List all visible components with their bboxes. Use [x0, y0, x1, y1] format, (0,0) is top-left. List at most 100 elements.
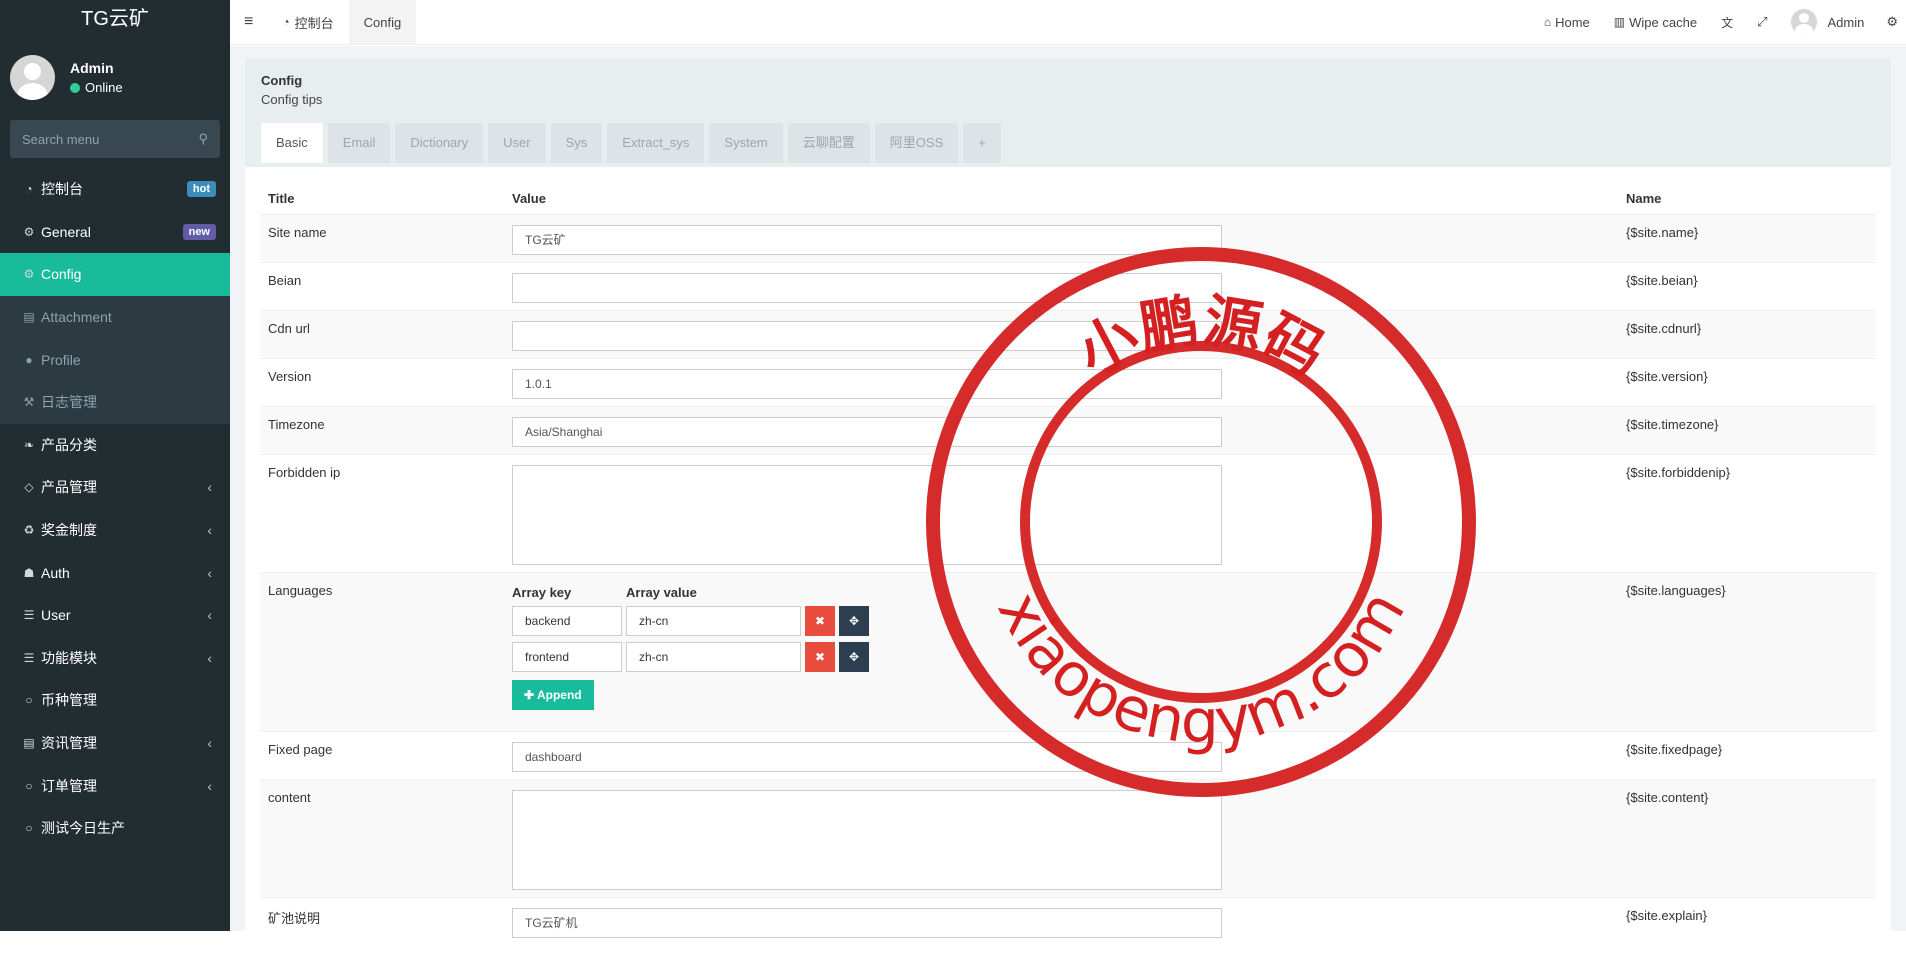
config-value-textarea[interactable]	[512, 790, 1222, 890]
config-tabs: BasicEmailDictionaryUserSysExtract_sysSy…	[261, 123, 1875, 163]
sidebar-item-label: Auth	[41, 565, 207, 581]
wipe-cache-button[interactable]: ▥Wipe cache	[1602, 0, 1709, 45]
language-icon: 文	[1721, 14, 1733, 31]
append-button[interactable]: ✚ Append	[512, 680, 594, 710]
config-tab[interactable]: Sys	[551, 123, 603, 163]
sidebar-item-label: 测试今日生产	[41, 818, 230, 838]
sidebar-item[interactable]: ⚙Config	[0, 253, 230, 296]
fullscreen-button[interactable]: ⤢	[1745, 0, 1779, 45]
trash-icon: ▥	[1614, 15, 1625, 29]
panel-header: Config Config tips BasicEmailDictionaryU…	[245, 58, 1891, 167]
cogs-icon: ⚙	[1886, 14, 1898, 30]
col-name-header: Name	[1618, 177, 1876, 215]
diamond-icon: ◇	[22, 480, 36, 494]
config-value-input[interactable]: dashboard	[512, 742, 1222, 772]
home-link[interactable]: ⌂Home	[1532, 0, 1602, 45]
menu-badge: hot	[187, 181, 216, 197]
chevron-left-icon[interactable]: ‹	[207, 522, 212, 538]
user-status: Online	[70, 80, 123, 95]
config-title: Cdn url	[260, 311, 504, 359]
fullscreen-icon: ⤢	[1757, 14, 1767, 30]
sidebar-item-label: User	[41, 607, 207, 623]
tab-dashboard[interactable]: ◔控制台	[267, 0, 348, 45]
sidebar-item[interactable]: ☗Auth‹	[0, 551, 230, 594]
avatar	[10, 55, 55, 100]
sidebar-item-label: 产品管理	[41, 477, 207, 497]
menu-toggle-button[interactable]: ≡	[230, 0, 267, 45]
config-tab[interactable]: Email	[328, 123, 391, 163]
sidebar-item-label: 奖金制度	[41, 520, 207, 540]
chevron-left-icon[interactable]: ‹	[207, 778, 212, 794]
sidebar-item[interactable]: ◔ 控制台hot	[0, 168, 230, 211]
admin-user-menu[interactable]: Admin	[1779, 0, 1876, 45]
array-value-header: Array value	[626, 585, 697, 600]
chevron-left-icon[interactable]: ‹	[207, 565, 212, 581]
chevron-left-icon[interactable]: ‹	[207, 650, 212, 666]
chevron-left-icon[interactable]: ‹	[207, 735, 212, 751]
config-value-input[interactable]	[512, 321, 1222, 351]
config-title: Forbidden ip	[260, 455, 504, 573]
config-tab[interactable]: User	[488, 123, 545, 163]
config-value-cell: Array keyArray valuebackendzh-cn✖✥fronte…	[504, 573, 1618, 732]
chevron-left-icon[interactable]: ‹	[207, 607, 212, 623]
config-tab[interactable]: System	[709, 123, 782, 163]
sidebar-item[interactable]: ●Profile	[0, 338, 230, 381]
table-row: Version1.0.1{$site.version}	[260, 359, 1876, 407]
sidebar-item[interactable]: ▤Attachment	[0, 296, 230, 339]
config-value-input[interactable]: TG云矿	[512, 225, 1222, 255]
menu-search-input[interactable]: Search menu⚲	[10, 120, 220, 158]
config-value-input[interactable]: TG云矿机	[512, 908, 1222, 938]
config-tab[interactable]: 阿里OSS	[875, 123, 958, 163]
sidebar-item-label: 币种管理	[41, 690, 230, 710]
sidebar-item[interactable]: ☰User‹	[0, 594, 230, 637]
table-row: Beian{$site.beian}	[260, 263, 1876, 311]
sidebar-item[interactable]: ⚒ 日志管理	[0, 381, 230, 424]
array-value-input[interactable]: zh-cn	[626, 642, 801, 672]
sidebar-item[interactable]: ○订单管理‹	[0, 764, 230, 807]
drag-handle-icon[interactable]: ✥	[839, 642, 869, 672]
config-name: {$site.fixedpage}	[1618, 732, 1876, 780]
sidebar-item-label: 控制台	[41, 179, 187, 199]
sidebar-item[interactable]: ◇ 产品管理‹	[0, 466, 230, 509]
dashboard-icon: ◔	[22, 182, 36, 196]
remove-row-button[interactable]: ✖	[805, 642, 835, 672]
sidebar-item-label: 资讯管理	[41, 733, 207, 753]
drag-handle-icon[interactable]: ✥	[839, 606, 869, 636]
array-value-input[interactable]: zh-cn	[626, 606, 801, 636]
sidebar-item[interactable]: ▤资讯管理‹	[0, 722, 230, 765]
config-value-input[interactable]: Asia/Shanghai	[512, 417, 1222, 447]
leaf-icon: ❧	[22, 438, 36, 452]
table-row: Site nameTG云矿{$site.name}	[260, 215, 1876, 263]
config-value-textarea[interactable]	[512, 465, 1222, 565]
app-logo[interactable]: TG云矿	[0, 0, 230, 40]
log-icon: ⚒	[22, 395, 36, 409]
cogs-icon: ⚙	[22, 225, 36, 239]
tab-config[interactable]: Config	[349, 0, 417, 45]
sidebar-item[interactable]: ⚙Generalnew	[0, 211, 230, 254]
search-icon[interactable]: ⚲	[198, 131, 208, 147]
sidebar-item[interactable]: ❧产品分类	[0, 424, 230, 467]
sidebar-item[interactable]: ○测试今日生产	[0, 807, 230, 850]
config-tab[interactable]: Basic	[261, 123, 323, 163]
sidebar-item-label: 日志管理	[41, 392, 230, 412]
remove-row-button[interactable]: ✖	[805, 606, 835, 636]
config-tab[interactable]: Dictionary	[395, 123, 483, 163]
sidebar-item-label: Profile	[41, 352, 230, 368]
config-value-input[interactable]	[512, 273, 1222, 303]
language-button[interactable]: 文	[1709, 0, 1745, 45]
main-content: Config Config tips BasicEmailDictionaryU…	[230, 46, 1906, 931]
chevron-left-icon[interactable]: ‹	[207, 479, 212, 495]
settings-button[interactable]: ⚙	[1876, 0, 1906, 45]
config-tab[interactable]: +	[963, 123, 1001, 163]
array-key-input[interactable]: frontend	[512, 642, 622, 672]
config-tab[interactable]: Extract_sys	[607, 123, 704, 163]
sidebar-item[interactable]: ♻奖金制度‹	[0, 509, 230, 552]
config-title: content	[260, 780, 504, 898]
array-key-input[interactable]: backend	[512, 606, 622, 636]
config-value-cell	[504, 263, 1618, 311]
config-value-input[interactable]: 1.0.1	[512, 369, 1222, 399]
topbar: ≡ ◔控制台 Config ⌂Home ▥Wipe cache 文 ⤢ Admi…	[230, 0, 1906, 45]
sidebar-item[interactable]: ☰功能模块‹	[0, 637, 230, 680]
config-tab[interactable]: 云聊配置	[788, 123, 870, 163]
sidebar-item[interactable]: ○币种管理	[0, 679, 230, 722]
